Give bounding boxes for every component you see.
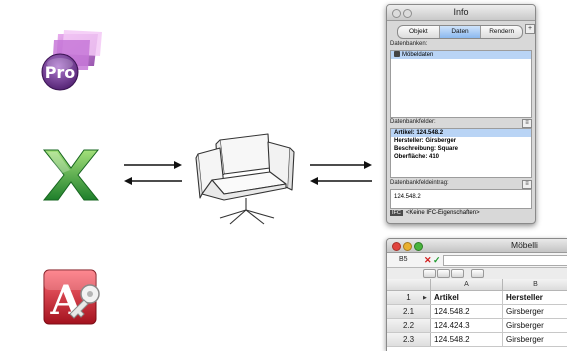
close-button[interactable]	[392, 242, 401, 251]
pro-label: Pro	[45, 63, 76, 82]
column-header[interactable]: A	[431, 279, 503, 291]
ifc-row: IFC <Keine IFC-Eigenschaften>	[390, 210, 480, 216]
cell-reference[interactable]: B5	[399, 256, 408, 263]
info-tabs: Objekt Daten Rendern	[397, 25, 523, 39]
arrow-left-from-info	[310, 173, 372, 185]
cell[interactable]: 124.424.3	[431, 319, 503, 332]
column-header[interactable]: B	[503, 279, 567, 291]
database-icon	[394, 51, 400, 57]
toolbar-button[interactable]	[471, 269, 484, 278]
cell[interactable]: Girsberger	[503, 333, 567, 346]
corner-header[interactable]	[387, 279, 431, 291]
access-icon: A	[40, 262, 108, 328]
cancel-icon[interactable]: ✕	[424, 256, 432, 265]
row-marker-icon: ▶	[423, 295, 427, 301]
list-item[interactable]: Oberfläche: 410	[391, 153, 531, 161]
arrow-left-from-chair	[124, 173, 182, 185]
cell[interactable]: Hersteller	[503, 291, 567, 304]
table-row[interactable]: 2.3 124.548.2 Girsberger	[387, 333, 567, 347]
zoom-button[interactable]	[414, 242, 423, 251]
cell[interactable]: Girsberger	[503, 305, 567, 318]
row-number[interactable]: 2.3	[387, 333, 431, 346]
formula-input[interactable]	[443, 255, 567, 266]
row-number[interactable]: 2.1	[387, 305, 431, 318]
ifc-badge[interactable]: IFC	[390, 210, 403, 216]
entry-field[interactable]: 124.548.2	[390, 189, 532, 209]
info-titlebar: Info	[387, 5, 535, 21]
toolbar-button[interactable]	[437, 269, 450, 278]
tab-rendern[interactable]: Rendern	[481, 26, 522, 38]
ifc-text: <Keine IFC-Eigenschaften>	[405, 210, 480, 216]
row-number[interactable]: 2.2	[387, 319, 431, 332]
filemaker-pro-icon: Pro	[36, 26, 108, 94]
spreadsheet-title: Möbelli	[511, 240, 538, 250]
tab-objekt[interactable]: Objekt	[398, 26, 440, 38]
toolbar-button[interactable]	[423, 269, 436, 278]
entry-label: Datenbankfeldeintrag:	[390, 180, 449, 186]
access-letter: A	[49, 277, 82, 324]
arrow-right-to-chair	[124, 157, 182, 169]
table-row[interactable]: 1 ▶ Artikel Hersteller	[387, 291, 567, 305]
table-row[interactable]: 2.2 124.424.3 Girsberger	[387, 319, 567, 333]
armchair-illustration	[190, 128, 300, 228]
confirm-icon[interactable]: ✓	[433, 256, 441, 265]
cell[interactable]: Artikel	[431, 291, 503, 304]
excel-icon	[40, 146, 102, 204]
spreadsheet-grid: A B 1 ▶ Artikel Hersteller 2.1 124.548.2…	[387, 279, 567, 351]
cell[interactable]: Girsberger	[503, 319, 567, 332]
list-item[interactable]: Beschreibung: Square	[391, 145, 531, 153]
info-palette: Info Objekt Daten Rendern + Datenbanken:…	[386, 4, 536, 224]
list-item[interactable]: Artikel: 124.548.2	[391, 129, 531, 137]
list-item[interactable]: Möbeldaten	[391, 51, 531, 59]
list-item[interactable]: Hersteller: Girsberger	[391, 137, 531, 145]
cell[interactable]: 124.548.2	[431, 305, 503, 318]
databases-list[interactable]: Möbeldaten	[390, 50, 532, 118]
fields-list[interactable]: Artikel: 124.548.2 Hersteller: Girsberge…	[390, 128, 532, 178]
tab-daten[interactable]: Daten	[439, 26, 482, 38]
entry-menu-button[interactable]: ≡	[522, 180, 532, 189]
formula-bar: B5 ✕ ✓	[387, 253, 567, 268]
cell[interactable]: 124.548.2	[431, 333, 503, 346]
database-name: Möbeldaten	[402, 52, 434, 58]
info-title: Info	[453, 7, 469, 17]
spreadsheet-window: Möbelli B5 ✕ ✓ A B 1 ▶ Artikel Herstelle…	[386, 238, 567, 351]
fields-menu-button[interactable]: ≡	[522, 119, 532, 128]
arrow-right-to-info	[310, 157, 372, 169]
spreadsheet-titlebar: Möbelli	[387, 239, 567, 253]
table-row[interactable]: 2.1 124.548.2 Girsberger	[387, 305, 567, 319]
sheet-toolbar	[387, 268, 567, 278]
add-tab-button[interactable]: +	[525, 24, 535, 34]
entry-value: 124.548.2	[394, 194, 421, 200]
fields-label: Datenbankfelder:	[390, 119, 436, 125]
toolbar-button[interactable]	[451, 269, 464, 278]
databases-label: Datenbanken:	[390, 41, 428, 47]
minimize-button[interactable]	[403, 242, 412, 251]
